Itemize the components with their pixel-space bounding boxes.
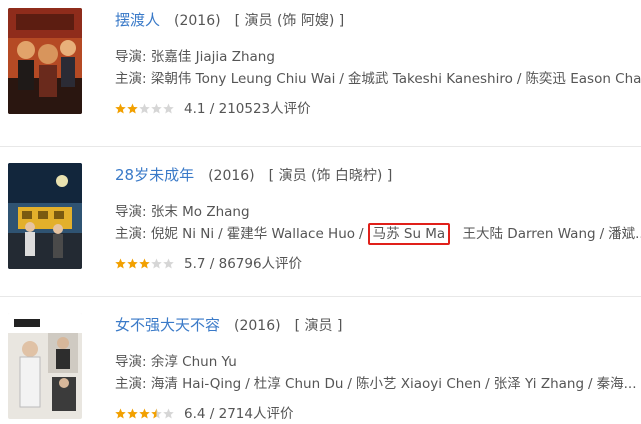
director-link[interactable]: 张嘉佳 Jiajia Zhang [151, 49, 275, 65]
title-line: 28岁未成年 (2016) [ 演员 (饰 白晓柠) ] [115, 163, 641, 187]
highlighted-cast-link[interactable]: 马苏 Su Ma [367, 223, 451, 245]
cast-line: 主演: 梁朝伟 Tony Leung Chiu Wai / 金城武 Takeshi … [115, 68, 641, 90]
actor-role: [ 演员 (饰 阿嫂) ] [234, 13, 345, 29]
cast-link[interactable]: 梁朝伟 Tony Leung Chiu Wai [151, 71, 336, 87]
star-icon [163, 103, 174, 113]
rating-line: 5.7 / 86796人评价 [115, 253, 641, 275]
rating-text: 6.4 / 2714人评价 [184, 406, 294, 422]
star-icon [127, 103, 138, 113]
movie-poster[interactable] [8, 163, 82, 269]
cast-line: 主演: 倪妮 Ni Ni / 霍建华 Wallace Huo / 马苏 Su Ma 王大… [115, 223, 641, 245]
star-icon [115, 258, 126, 268]
star-icon [151, 103, 162, 113]
movie-poster[interactable] [8, 313, 82, 419]
title-line: 女不强大天不容 (2016) [ 演员 ] [115, 313, 641, 337]
director-line: 导演: 张末 Mo Zhang [115, 201, 641, 223]
movie-year: (2016) [208, 168, 255, 184]
rating-stars [115, 408, 174, 419]
cast-link[interactable]: 海清 Hai-Qing [151, 376, 241, 392]
director-label: 导演: [115, 204, 147, 220]
cast-link[interactable]: 倪妮 Ni Ni [151, 226, 214, 242]
star-icon [163, 408, 174, 418]
actor-role: [ 演员 ] [294, 318, 343, 334]
star-icon [115, 103, 126, 113]
stars-svg [115, 103, 174, 113]
title-line: 摆渡人 (2016) [ 演员 (饰 阿嫂) ] [115, 8, 641, 32]
rating-line: 6.4 / 2714人评价 [115, 403, 641, 424]
director-link[interactable]: 余淳 Chun Yu [151, 354, 237, 370]
cast-link[interactable]: 潘斌... [608, 226, 641, 242]
stars-svg [115, 258, 174, 268]
movie-title-link[interactable]: 摆渡人 [115, 11, 160, 29]
director-line: 导演: 余淳 Chun Yu [115, 351, 641, 373]
rating-text: 4.1 / 210523人评价 [184, 101, 311, 117]
filmography-list: 摆渡人 (2016) [ 演员 (饰 阿嫂) ] 导演: 张嘉佳 Jiajia Zh… [0, 0, 641, 424]
cast-link[interactable]: 陈小艺 Xiaoyi Chen [356, 376, 481, 392]
cast-link[interactable]: 霍建华 Wallace Huo [227, 226, 355, 242]
rating-stars [115, 258, 174, 269]
rating-text: 5.7 / 86796人评价 [184, 256, 303, 272]
star-icon [115, 408, 126, 418]
movie-info: 摆渡人 (2016) [ 演员 (饰 阿嫂) ] 导演: 张嘉佳 Jiajia Zh… [115, 8, 641, 120]
actor-role: [ 演员 (饰 白晓柠) ] [268, 168, 393, 184]
movie-info: 28岁未成年 (2016) [ 演员 (饰 白晓柠) ] 导演: 张末 Mo Zha… [115, 163, 641, 275]
star-icon [139, 258, 150, 268]
stars-svg [115, 408, 174, 418]
movie-title-link[interactable]: 女不强大天不容 [115, 316, 220, 334]
director-label: 导演: [115, 354, 147, 370]
divider [0, 146, 641, 147]
cast-link[interactable]: 杜淳 Chun Du [254, 376, 344, 392]
divider [0, 296, 641, 297]
movie-title-link[interactable]: 28岁未成年 [115, 166, 194, 184]
cast-line: 主演: 海清 Hai-Qing / 杜淳 Chun Du / 陈小艺 Xiaoyi Ch… [115, 376, 637, 392]
cast-label: 主演: [115, 71, 147, 87]
cast-link[interactable]: 秦海... [597, 376, 637, 392]
movie-info: 女不强大天不容 (2016) [ 演员 ] 导演: 余淳 Chun Yu 主演: 海… [115, 313, 641, 424]
movie-year: (2016) [234, 318, 281, 334]
star-icon [151, 258, 162, 268]
star-icon [127, 258, 138, 268]
star-icon [127, 408, 138, 418]
star-icon [139, 103, 150, 113]
cast-label: 主演: [115, 376, 147, 392]
movie-year: (2016) [174, 13, 221, 29]
cast-label: 主演: [115, 226, 147, 242]
cast-link[interactable]: 王大陆 Darren Wang [463, 226, 596, 242]
movie-poster[interactable] [8, 8, 82, 114]
rating-line: 4.1 / 210523人评价 [115, 98, 641, 120]
cast-link[interactable]: 张泽 Yi Zhang [494, 376, 584, 392]
director-link[interactable]: 张末 Mo Zhang [151, 204, 250, 220]
star-icon [151, 408, 162, 418]
cast-link[interactable]: 金城武 Takeshi Kaneshiro [348, 71, 513, 87]
star-icon [139, 408, 150, 418]
director-line: 导演: 张嘉佳 Jiajia Zhang [115, 46, 641, 68]
star-icon [163, 258, 174, 268]
rating-stars [115, 103, 174, 114]
cast-link[interactable]: 陈奕迅 Eason Cha... [525, 71, 641, 87]
director-label: 导演: [115, 49, 147, 65]
